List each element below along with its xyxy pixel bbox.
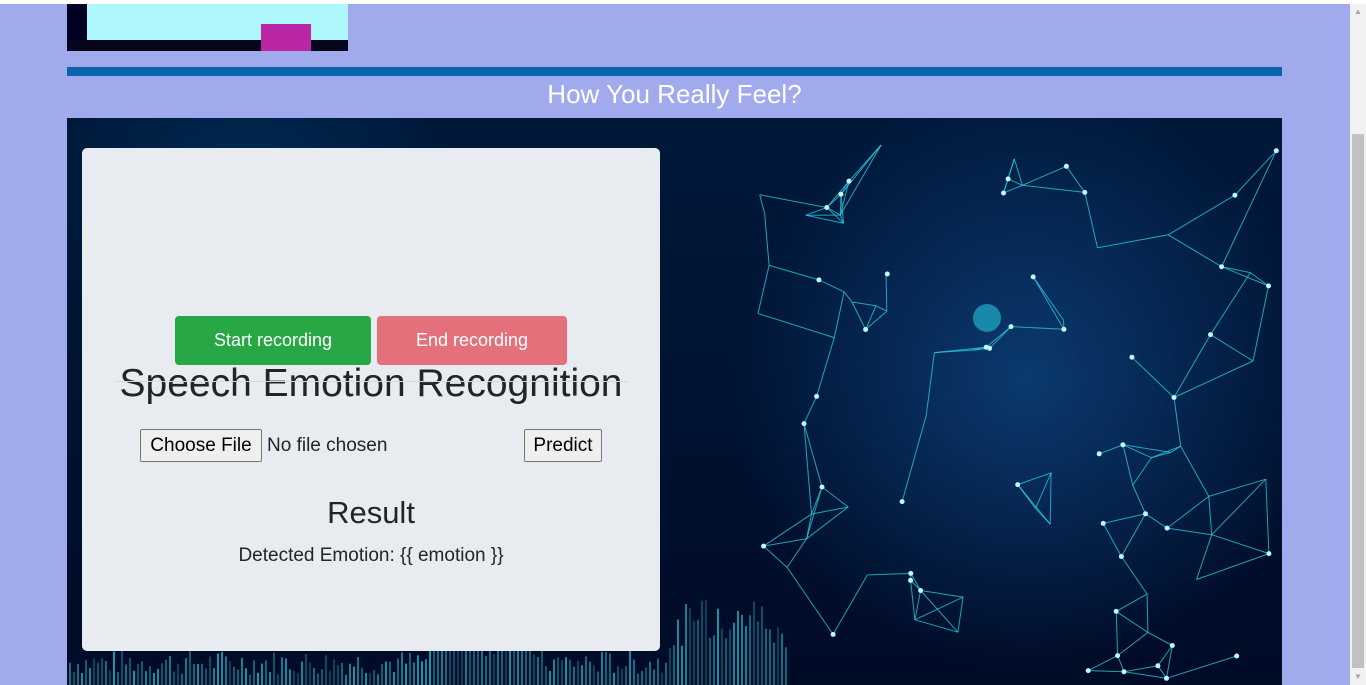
detected-emotion-text: Detected Emotion: {{ emotion }} xyxy=(238,545,504,566)
face-mesh-decoration xyxy=(757,144,1279,681)
header-logo-image xyxy=(67,4,348,51)
page: How You Really Feel? Speech Emotion Reco… xyxy=(0,0,1366,685)
scroll-down-arrow-icon[interactable]: ▼ xyxy=(1350,669,1366,685)
header-accent-bar xyxy=(67,67,1282,76)
card-divider xyxy=(114,381,628,382)
card-title: Speech Emotion Recognition xyxy=(119,362,623,405)
scroll-up-arrow-icon[interactable]: ▲ xyxy=(1350,4,1366,20)
vertical-scrollbar[interactable]: ▲ ▼ xyxy=(1350,4,1366,685)
recognition-card: Speech Emotion Recognition Start recordi… xyxy=(82,148,660,651)
choose-file-button[interactable]: Choose File xyxy=(140,429,262,462)
file-status-text: No file chosen xyxy=(267,435,388,456)
scrollbar-thumb[interactable] xyxy=(1352,134,1364,668)
result-heading: Result xyxy=(327,495,415,530)
eye-glow-decoration xyxy=(973,304,1001,332)
end-recording-button[interactable]: End recording xyxy=(377,316,567,365)
page-headline: How You Really Feel? xyxy=(547,79,802,109)
logo-magenta-block xyxy=(261,24,311,51)
predict-button[interactable]: Predict xyxy=(524,429,602,462)
start-recording-button[interactable]: Start recording xyxy=(175,316,371,365)
